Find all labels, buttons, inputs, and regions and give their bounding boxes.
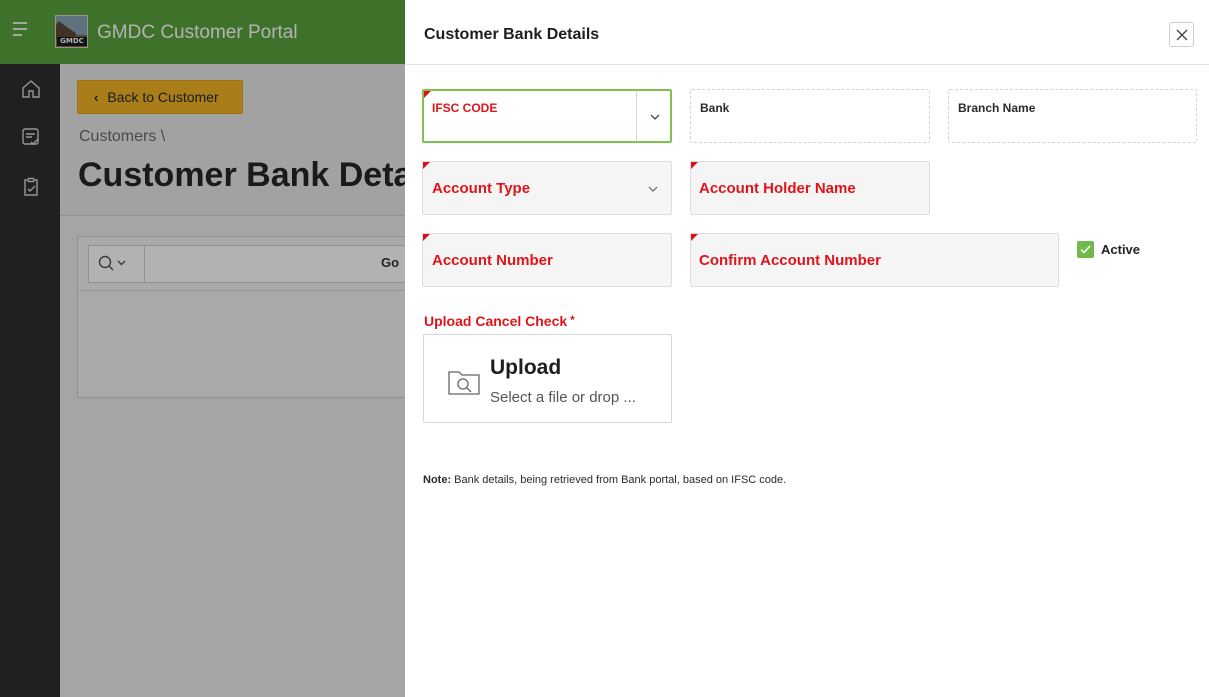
upload-hint: Select a file or drop ... xyxy=(490,389,636,406)
account-holder-name-field[interactable]: Account Holder Name xyxy=(690,161,930,215)
ifsc-code-select[interactable]: IFSC CODE xyxy=(422,89,672,143)
active-label[interactable]: Active xyxy=(1101,242,1140,257)
upload-title: Upload xyxy=(490,356,562,379)
chevron-down-icon[interactable] xyxy=(648,110,662,124)
account-type-label: Account Type xyxy=(432,180,531,197)
drawer-title: Customer Bank Details xyxy=(424,26,600,43)
branch-name-field: Branch Name xyxy=(948,89,1197,143)
account-holder-name-label: Account Holder Name xyxy=(699,180,856,197)
required-asterisk: * xyxy=(570,313,575,327)
account-number-label: Account Number xyxy=(432,252,553,269)
confirm-account-number-label: Confirm Account Number xyxy=(699,252,881,269)
bank-details-drawer: Customer Bank Details IFSC CODE Bank Bra… xyxy=(405,0,1209,697)
folder-search-icon xyxy=(448,371,480,395)
modal-scrim[interactable] xyxy=(0,0,405,697)
bank-field: Bank xyxy=(690,89,930,143)
bank-label: Bank xyxy=(700,101,730,115)
confirm-account-number-field[interactable]: Confirm Account Number xyxy=(690,233,1059,287)
file-upload-dropzone[interactable]: Upload Select a file or drop ... xyxy=(423,334,672,423)
account-type-select[interactable]: Account Type xyxy=(422,161,672,215)
bank-details-note: Note: Bank details, being retrieved from… xyxy=(423,474,787,486)
background-app: GMDC GMDC Customer Portal ‹ Back to Cust… xyxy=(0,0,405,697)
required-indicator xyxy=(691,162,698,169)
required-indicator xyxy=(691,234,698,241)
required-indicator xyxy=(424,91,431,98)
close-icon xyxy=(1176,29,1187,40)
close-button[interactable] xyxy=(1169,22,1194,47)
ifsc-code-label: IFSC CODE xyxy=(432,101,498,115)
chevron-down-icon[interactable] xyxy=(646,182,660,196)
active-checkbox[interactable] xyxy=(1077,241,1094,258)
checkmark-icon xyxy=(1080,245,1091,254)
upload-cancel-check-label: Upload Cancel Check * xyxy=(424,313,575,329)
drawer-header: Customer Bank Details xyxy=(405,0,1209,65)
branch-name-label: Branch Name xyxy=(958,101,1036,115)
account-number-field[interactable]: Account Number xyxy=(422,233,672,287)
required-indicator xyxy=(423,162,430,169)
required-indicator xyxy=(423,234,430,241)
